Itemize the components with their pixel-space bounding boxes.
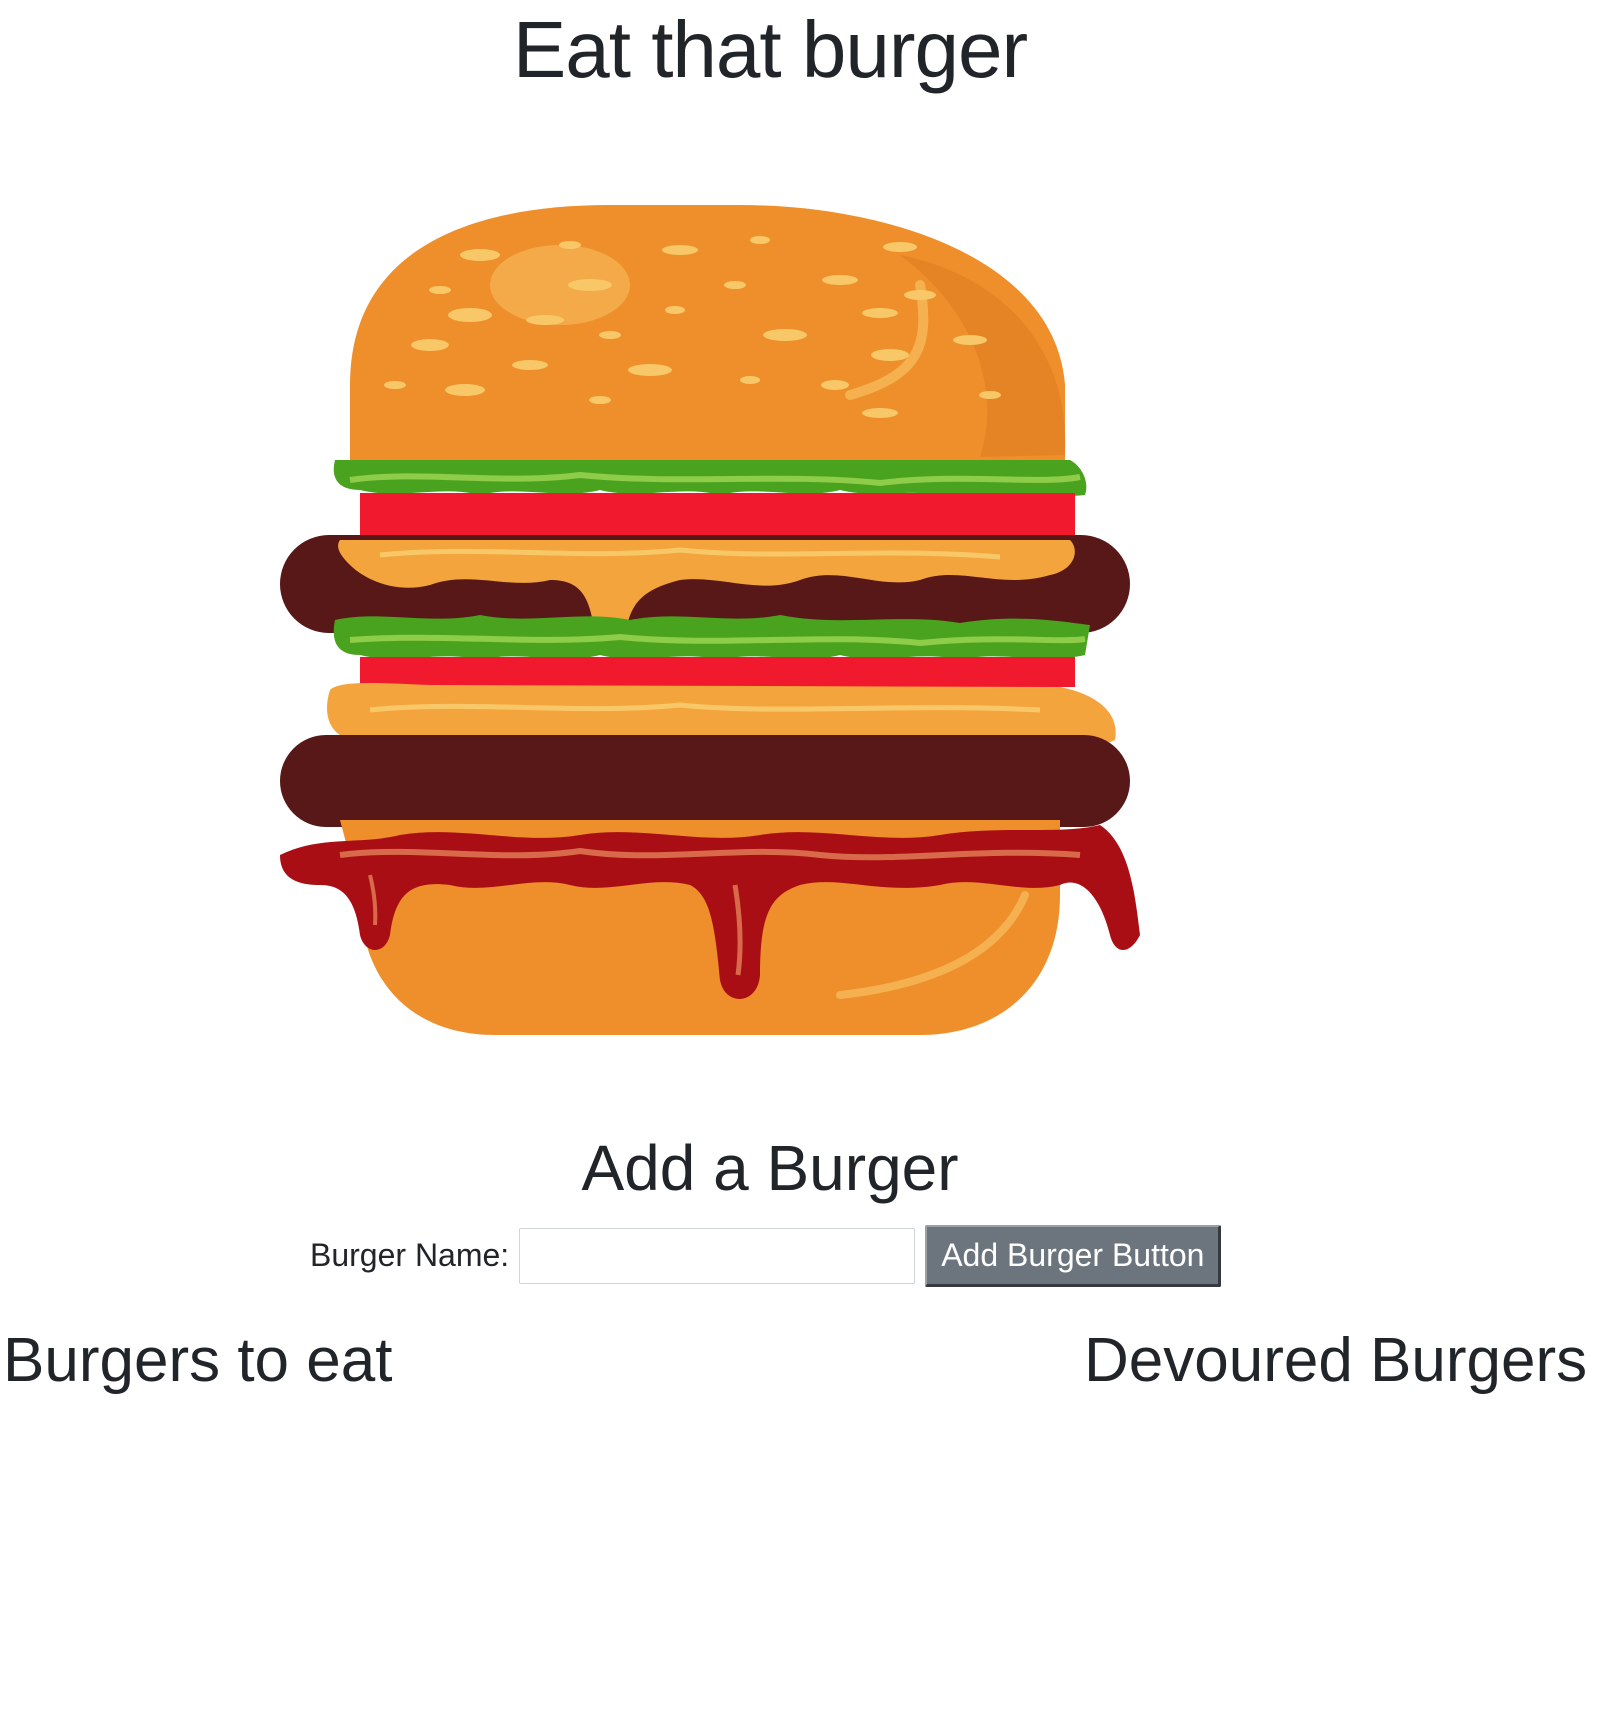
devoured-burgers-heading: Devoured Burgers: [1084, 1326, 1588, 1395]
add-burger-title: Add a Burger: [581, 1132, 959, 1204]
burger-name-label: Burger Name:: [310, 1237, 510, 1273]
burger-illustration-icon: [280, 205, 1140, 1035]
page-title: Eat that burger: [512, 5, 1028, 94]
burgers-to-eat-heading: Burgers to eat: [3, 1326, 393, 1395]
add-burger-button[interactable]: Add Burger Button: [925, 1224, 1222, 1287]
burger-name-input[interactable]: [519, 1227, 916, 1284]
add-burger-form: Burger Name: Add Burger Button: [310, 1223, 1222, 1288]
